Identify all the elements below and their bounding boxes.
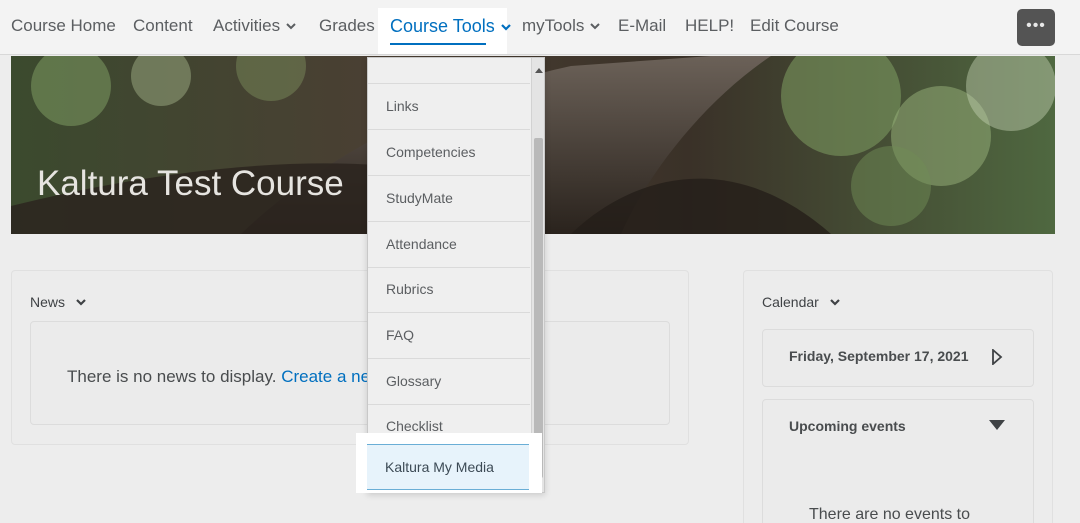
news-empty-text: There is no news to display. (67, 367, 277, 386)
menu-item-label: Competencies (386, 144, 476, 160)
course-title: Kaltura Test Course (37, 164, 344, 203)
menu-item-kaltura-my-media[interactable]: Kaltura My Media (367, 444, 529, 490)
menu-item-links[interactable]: Links (368, 84, 530, 130)
menu-item-rubrics[interactable]: Rubrics (368, 267, 530, 313)
nav-mytools-label: myTools (522, 16, 585, 35)
nav-edit-course[interactable]: Edit Course (750, 16, 839, 36)
news-widget: News There is no news to display. Create… (11, 270, 689, 445)
upcoming-events-card: Upcoming events There are no events to (762, 399, 1034, 523)
menu-item-label: StudyMate (386, 190, 453, 206)
nav-mytools[interactable]: myTools (522, 16, 601, 36)
nav-help[interactable]: HELP! (685, 16, 734, 36)
create-news-link[interactable]: Create a ne (281, 367, 370, 386)
calendar-widget-title: Calendar (762, 294, 819, 310)
chevron-down-icon (500, 24, 511, 31)
caret-down-icon[interactable] (989, 420, 1005, 430)
calendar-widget: Calendar Friday, September 17, 2021 Upco… (743, 270, 1053, 523)
chevron-down-icon (286, 23, 296, 30)
chevron-down-icon (76, 299, 86, 306)
chevron-down-icon (590, 23, 601, 30)
chevron-down-icon (830, 299, 840, 306)
news-widget-header[interactable]: News (30, 294, 87, 310)
menu-item-label: Links (386, 98, 419, 114)
nav-activities[interactable]: Activities (213, 16, 297, 36)
no-events-message: There are no events to (809, 506, 970, 523)
news-widget-title: News (30, 294, 66, 310)
menu-item-studymate[interactable]: StudyMate (368, 176, 530, 222)
calendar-widget-header[interactable]: Calendar (762, 294, 841, 310)
menu-item-attendance[interactable]: Attendance (368, 222, 530, 268)
next-day-icon[interactable] (991, 349, 1003, 365)
upcoming-events-title: Upcoming events (789, 418, 906, 434)
scroll-up-icon[interactable] (535, 68, 543, 73)
nav-email[interactable]: E-Mail (618, 16, 666, 36)
menu-scrollbar[interactable] (531, 58, 544, 492)
news-content: There is no news to display. Create a ne (30, 321, 670, 425)
menu-item-glossary[interactable]: Glossary (368, 359, 530, 405)
menu-item-label: Kaltura My Media (385, 459, 494, 475)
course-navbar: Course Home Content Activities Grades Co… (0, 0, 1080, 55)
nav-activities-label: Activities (213, 16, 281, 35)
scrollbar-thumb[interactable] (534, 138, 543, 478)
nav-course-home[interactable]: Course Home (11, 16, 116, 36)
nav-grades[interactable]: Grades (319, 16, 375, 36)
nav-active-underline (390, 43, 486, 45)
menu-item-label: Glossary (386, 373, 442, 389)
menu-item-label: Attendance (386, 236, 457, 252)
menu-item-faq[interactable]: FAQ (368, 313, 530, 359)
menu-item-label: FAQ (386, 327, 415, 343)
more-options-button[interactable]: ••• (1017, 9, 1055, 46)
news-empty-message: There is no news to display. Create a ne (67, 367, 370, 387)
menu-item-label: Checklist (386, 418, 443, 434)
nav-content[interactable]: Content (133, 16, 193, 36)
course-tools-menu: Links Competencies StudyMate Attendance … (367, 57, 545, 493)
nav-course-tools[interactable]: Course Tools (390, 16, 512, 37)
calendar-date: Friday, September 17, 2021 (789, 348, 969, 364)
menu-item-competencies[interactable]: Competencies (368, 130, 530, 176)
menu-item-hidden[interactable] (368, 58, 530, 84)
nav-course-tools-label: Course Tools (390, 16, 495, 36)
menu-item-label: Rubrics (386, 281, 434, 297)
calendar-date-card: Friday, September 17, 2021 (762, 329, 1034, 387)
